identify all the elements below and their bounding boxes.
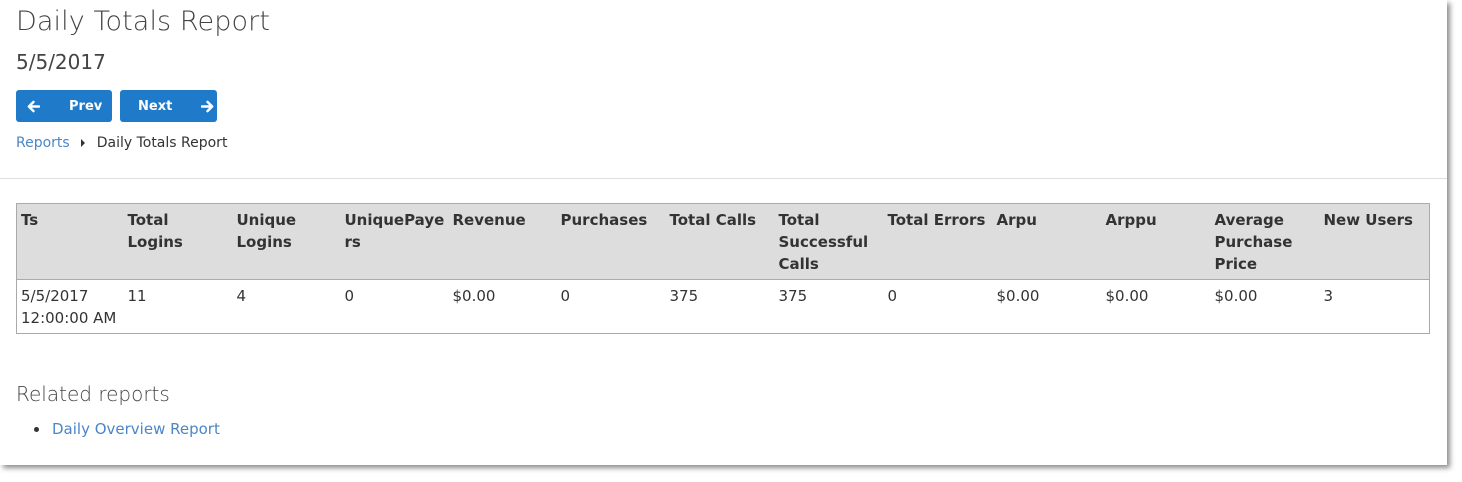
related-reports-heading: Related reports xyxy=(16,382,170,406)
next-button[interactable]: Next xyxy=(120,90,217,122)
table-cell: $0.00 xyxy=(1105,287,1149,305)
table-body: 5/5/2017 12:00:00 AM 11 4 0 $0.00 0 375 375 0 $0.… xyxy=(17,280,1430,334)
column-header: UniquePayers xyxy=(340,203,449,280)
table-cell: 4 xyxy=(236,287,247,305)
table-cell: 375 xyxy=(778,287,808,305)
related-report-link[interactable]: Daily Overview Report xyxy=(52,420,220,438)
column-header: Purchases xyxy=(556,203,666,280)
column-header: Unique Logins xyxy=(232,203,341,280)
column-header: Arpu xyxy=(992,203,1102,280)
breadcrumb-caret-icon xyxy=(80,139,85,147)
table-cell: 0 xyxy=(560,287,571,305)
column-header: Arppu xyxy=(1101,203,1211,280)
breadcrumb-current: Daily Totals Report xyxy=(96,135,228,151)
report-date: 5/5/2017 xyxy=(16,50,106,74)
column-header: Revenue xyxy=(448,203,557,280)
list-item: Daily Overview Report xyxy=(34,420,220,438)
daily-totals-table: Ts Total Logins Unique Logins UniquePayers R… xyxy=(16,203,1430,334)
table-cell: 3 xyxy=(1323,287,1334,305)
table-cell: 11 xyxy=(127,287,147,305)
column-header: Average Purchase Price xyxy=(1210,203,1320,280)
next-button-label: Next xyxy=(138,98,173,114)
column-header: Ts xyxy=(16,203,124,280)
column-header: Total Successful Calls xyxy=(774,203,884,280)
breadcrumb-reports-link[interactable]: Reports xyxy=(16,135,70,151)
table-header-row: Ts Total Logins Unique Logins UniquePayers R… xyxy=(16,203,1430,280)
prev-button[interactable]: Prev xyxy=(16,90,112,122)
report-page: Daily Totals Report 5/5/2017 Prev Next R… xyxy=(0,0,1447,465)
bullet-icon xyxy=(34,426,39,432)
page-title: Daily Totals Report xyxy=(16,6,271,37)
prev-button-label: Prev xyxy=(69,98,103,114)
table-cell: 0 xyxy=(344,287,355,305)
related-reports-list: Daily Overview Report xyxy=(34,420,220,438)
arrow-left-icon xyxy=(27,100,40,112)
table-cell: $0.00 xyxy=(452,287,496,305)
column-header: Total Logins xyxy=(123,203,233,280)
arrow-right-icon xyxy=(201,100,214,112)
header-divider xyxy=(0,178,1447,179)
column-header: New Users xyxy=(1319,203,1430,280)
table-cell: 5/5/2017 12:00:00 AM xyxy=(21,287,117,327)
table-cell: $0.00 xyxy=(996,287,1040,305)
column-header: Total Errors xyxy=(883,203,993,280)
table-row: 5/5/2017 12:00:00 AM 11 4 0 $0.00 0 375 375 0 $0.… xyxy=(17,280,1430,334)
breadcrumb: Reports Daily Totals Report xyxy=(16,135,227,151)
column-header: Total Calls xyxy=(665,203,775,280)
table-cell: $0.00 xyxy=(1214,287,1258,305)
table-cell: 375 xyxy=(669,287,699,305)
table-cell: 0 xyxy=(887,287,898,305)
